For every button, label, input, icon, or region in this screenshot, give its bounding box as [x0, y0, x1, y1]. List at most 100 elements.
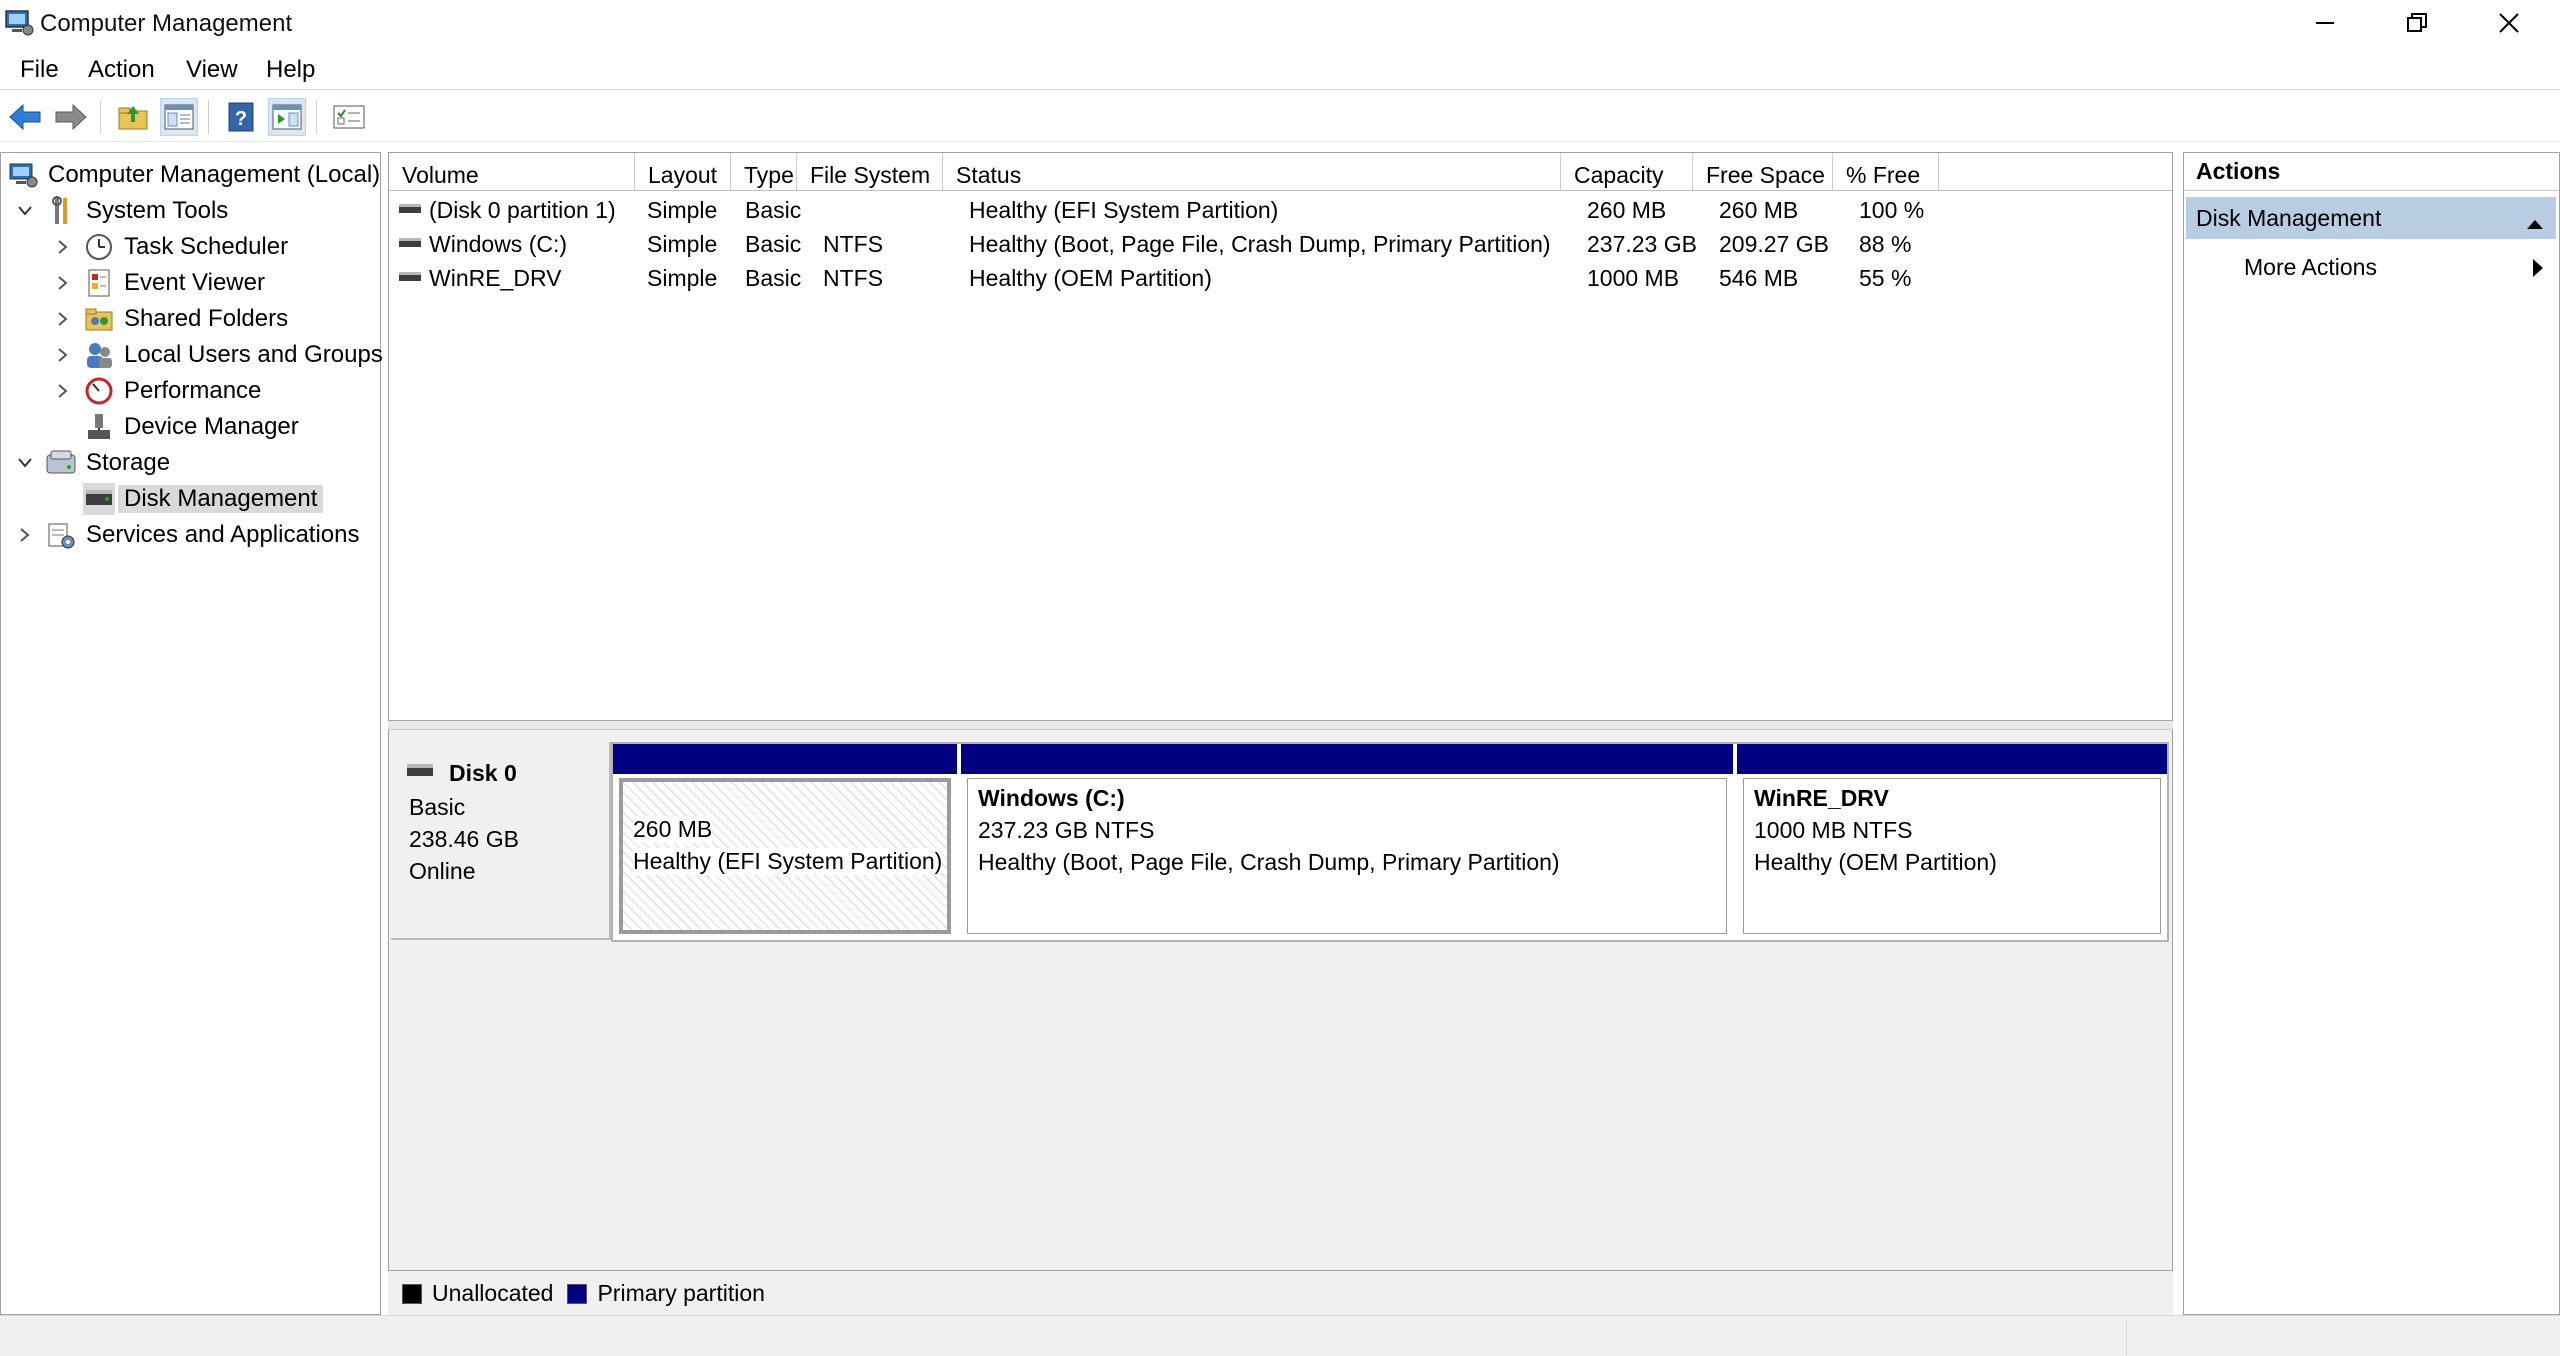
- chevron-right-icon[interactable]: [51, 307, 75, 331]
- minimize-button[interactable]: [2280, 0, 2370, 46]
- close-icon: [2499, 13, 2519, 33]
- forward-arrow-icon: [55, 103, 87, 131]
- column-header-volume[interactable]: Volume: [389, 153, 635, 191]
- toolbar-separator: [100, 100, 101, 134]
- volume-row[interactable]: Windows (C:) Simple Basic NTFS Healthy (…: [389, 227, 2172, 261]
- back-button[interactable]: [6, 98, 44, 136]
- volume-name-text: WinRE_DRV: [429, 265, 562, 291]
- partition-box: WinRE_DRV 1000 MB NTFS Healthy (OEM Part…: [1743, 778, 2161, 934]
- system-tools-icon: [45, 195, 77, 227]
- volume-status: Healthy (Boot, Page File, Crash Dump, Pr…: [969, 231, 1551, 257]
- volume-file-system: NTFS: [823, 231, 884, 257]
- pane-splitter[interactable]: [388, 720, 2173, 730]
- chevron-down-icon[interactable]: [13, 199, 37, 223]
- volume-list: Volume Layout Type File System Status Ca…: [388, 152, 2173, 725]
- show-hide-tree-button[interactable]: [160, 98, 198, 136]
- properties-icon: [333, 105, 365, 129]
- properties-button[interactable]: [330, 98, 368, 136]
- tree-item-storage[interactable]: Storage: [13, 446, 170, 480]
- tree-label: Performance: [124, 377, 262, 404]
- tree-label: Services and Applications: [86, 521, 360, 548]
- partition-bar: [1737, 744, 2167, 774]
- volume-layout: Simple: [647, 231, 718, 257]
- partition-winre[interactable]: WinRE_DRV 1000 MB NTFS Healthy (OEM Part…: [1737, 744, 2167, 940]
- column-header-percent-free[interactable]: % Free: [1833, 153, 1939, 191]
- show-hide-action-pane-button[interactable]: [268, 98, 306, 136]
- show-hide-action-pane-icon: [272, 104, 302, 130]
- volume-row[interactable]: (Disk 0 partition 1) Simple Basic Health…: [389, 193, 2172, 227]
- more-actions-label: More Actions: [2244, 253, 2377, 280]
- tree-item-disk-management[interactable]: Disk Management: [83, 482, 324, 516]
- column-header-status[interactable]: Status: [943, 153, 1561, 191]
- volume-row[interactable]: WinRE_DRV Simple Basic NTFS Healthy (OEM…: [389, 261, 2172, 295]
- tree-label: Disk Management: [118, 485, 324, 513]
- menu-help[interactable]: Help: [262, 56, 319, 84]
- performance-icon: [83, 375, 115, 407]
- help-button[interactable]: ?: [222, 98, 260, 136]
- chevron-down-icon[interactable]: [13, 451, 37, 475]
- restore-button[interactable]: [2372, 0, 2462, 46]
- volume-capacity: 237.23 GB: [1587, 231, 1697, 257]
- tree-item-task-scheduler[interactable]: Task Scheduler: [51, 230, 288, 264]
- up-level-button[interactable]: [114, 98, 152, 136]
- column-header-file-system[interactable]: File System: [797, 153, 943, 191]
- more-actions-item[interactable]: More Actions: [2244, 249, 2554, 285]
- restore-icon: [2407, 13, 2427, 32]
- column-header-type[interactable]: Type: [731, 153, 797, 191]
- volume-free-space: 260 MB: [1719, 197, 1799, 223]
- tree-item-device-manager[interactable]: Device Manager: [83, 410, 299, 444]
- device-manager-icon: [83, 411, 115, 443]
- volume-capacity: 260 MB: [1587, 197, 1667, 223]
- actions-section-label: Disk Management: [2196, 204, 2382, 231]
- actions-section-disk-management[interactable]: Disk Management: [2186, 197, 2556, 239]
- volume-name-text: Windows (C:): [429, 231, 568, 257]
- partition-status: Healthy (OEM Partition): [1754, 849, 1997, 875]
- status-bar-divider: [2126, 1320, 2127, 1354]
- close-button[interactable]: [2464, 0, 2554, 46]
- column-header-free-space[interactable]: Free Space: [1693, 153, 1833, 191]
- partition-size: 1000 MB NTFS: [1754, 817, 1913, 843]
- disk-status: Online: [409, 858, 476, 884]
- volume-type: Basic: [745, 265, 802, 291]
- tree-item-local-users[interactable]: Local Users and Groups: [51, 338, 383, 372]
- volume-type: Basic: [745, 231, 802, 257]
- volume-name: Windows (C:): [399, 231, 567, 258]
- toolbar-separator: [316, 100, 317, 134]
- collapse-up-icon[interactable]: [2526, 209, 2544, 236]
- column-header-layout[interactable]: Layout: [635, 153, 731, 191]
- tree-item-root[interactable]: Computer Management (Local): [7, 158, 380, 192]
- menu-view[interactable]: View: [182, 56, 242, 84]
- chevron-right-icon[interactable]: [51, 271, 75, 295]
- submenu-arrow-icon: [2532, 257, 2544, 284]
- menu-action[interactable]: Action: [84, 56, 159, 84]
- chevron-right-icon[interactable]: [51, 235, 75, 259]
- tree-item-event-viewer[interactable]: Event Viewer: [51, 266, 265, 300]
- disk-0-partitions: 260 MB Healthy (EFI System Partition) Wi…: [611, 742, 2169, 942]
- legend-unallocated: Unallocated: [432, 1280, 554, 1306]
- tree-label: Event Viewer: [124, 269, 265, 296]
- tree-item-system-tools[interactable]: System Tools: [13, 194, 228, 228]
- computer-management-icon: [4, 8, 34, 38]
- disk-type: Basic: [409, 794, 466, 820]
- users-icon: [83, 339, 115, 371]
- tree-item-shared-folders[interactable]: Shared Folders: [51, 302, 288, 336]
- tree-label: Computer Management (Local): [48, 161, 381, 188]
- chevron-right-icon[interactable]: [13, 523, 37, 547]
- svg-text:?: ?: [235, 108, 247, 130]
- chevron-right-icon[interactable]: [51, 343, 75, 367]
- disk-icon: [407, 756, 433, 783]
- forward-button[interactable]: [52, 98, 90, 136]
- tree-item-performance[interactable]: Performance: [51, 374, 261, 408]
- partition-windows[interactable]: Windows (C:) 237.23 GB NTFS Healthy (Boo…: [961, 744, 1733, 940]
- column-header-capacity[interactable]: Capacity: [1561, 153, 1693, 191]
- volume-free-space: 209.27 GB: [1719, 231, 1829, 257]
- volume-capacity: 1000 MB: [1587, 265, 1680, 291]
- partition-efi[interactable]: 260 MB Healthy (EFI System Partition): [613, 744, 957, 940]
- disk-0-label[interactable]: Disk 0 Basic 238.46 GB Online: [391, 742, 611, 940]
- partition-bar: [613, 744, 957, 774]
- actions-pane: Actions Disk Management More Actions: [2183, 152, 2560, 1315]
- volume-file-system: NTFS: [823, 265, 884, 291]
- menu-file[interactable]: File: [16, 56, 63, 84]
- chevron-right-icon[interactable]: [51, 379, 75, 403]
- tree-item-services[interactable]: Services and Applications: [13, 518, 360, 552]
